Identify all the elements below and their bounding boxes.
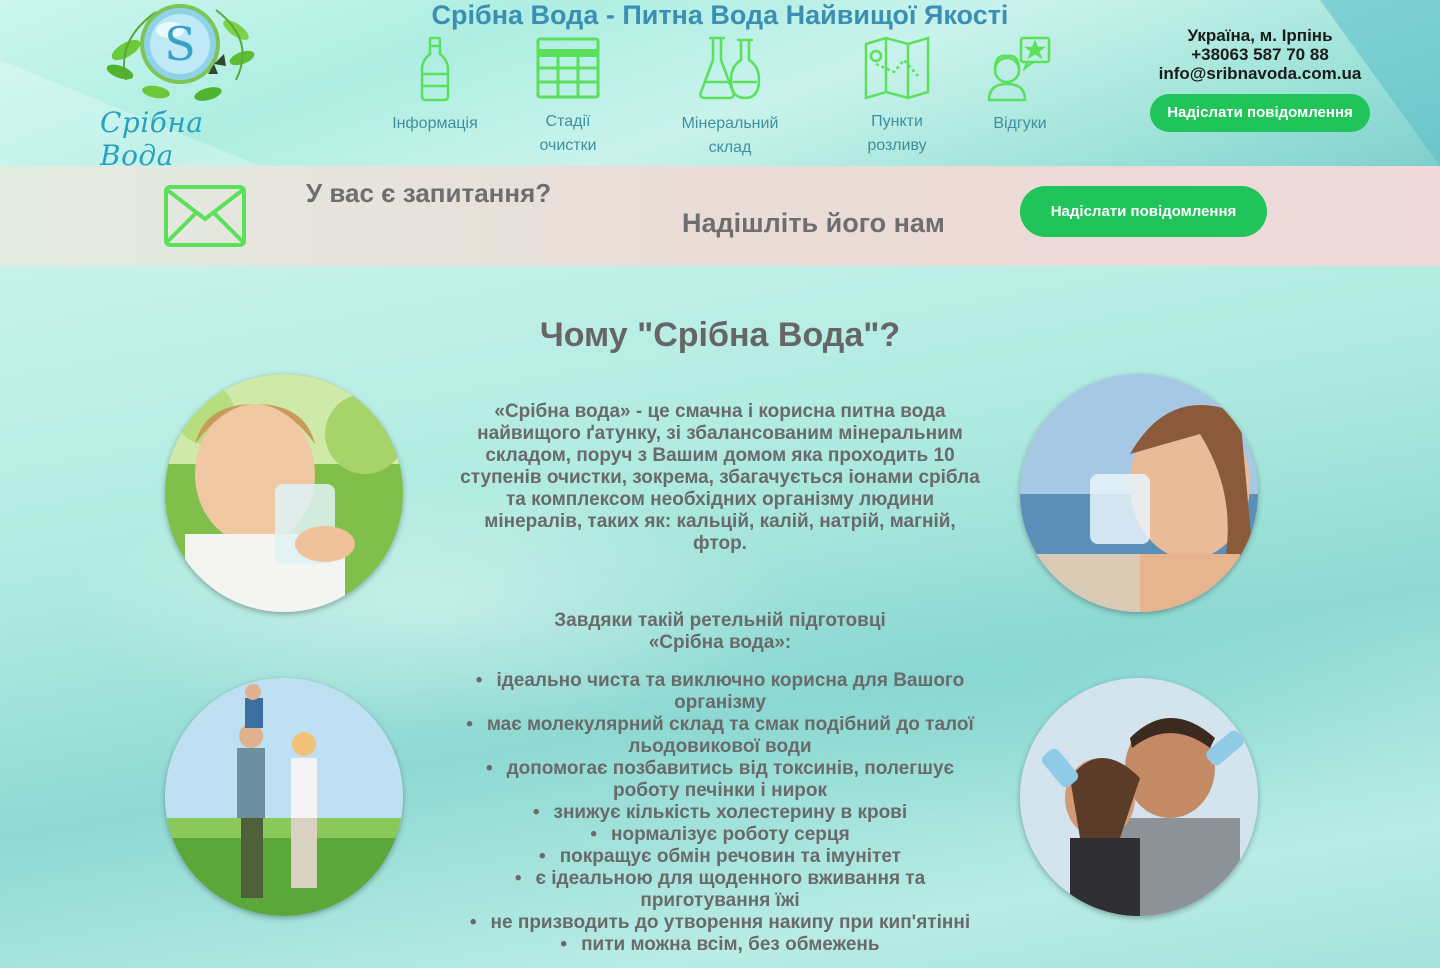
flask-icon xyxy=(699,36,761,100)
nav-label: Стадії очистки xyxy=(539,113,597,154)
contact-info: Україна, м. Ірпінь +38063 587 70 88 info… xyxy=(1130,26,1390,83)
list-item: має молекулярний склад та смак подібний … xyxy=(445,714,995,758)
list-item: нормалізує роботу серця xyxy=(445,824,995,846)
list-item: не призводить до утворення накипу при ки… xyxy=(445,912,995,934)
list-item: ідеально чиста та виключно корисна для В… xyxy=(445,670,995,714)
nav-label: Інформація xyxy=(392,115,478,132)
logo-text: Срібна Вода xyxy=(100,106,204,166)
contact-email[interactable]: info@sribnavoda.com.ua xyxy=(1130,64,1390,83)
logo-emblem-icon: S xyxy=(106,4,255,101)
bottle-icon xyxy=(420,36,450,102)
photo-woman-drinking xyxy=(1020,374,1258,612)
band-question-text: У вас є запитання? xyxy=(306,178,552,208)
svg-text:S: S xyxy=(164,17,196,71)
contact-address: Україна, м. Ірпінь xyxy=(1187,26,1333,45)
grid-icon xyxy=(536,37,600,99)
benefits-list: ідеально чиста та виключно корисна для В… xyxy=(445,670,995,956)
site-title: Срібна Вода - Питна Вода Найвищої Якості xyxy=(431,0,1009,30)
benefits-heading-line: Завдяки такій ретельній підготовці xyxy=(554,610,886,631)
nav-item-reviews[interactable]: Відгуки xyxy=(955,36,1085,136)
benefits-heading-line: «Срібна вода»: xyxy=(648,632,792,653)
nav-label: Відгуки xyxy=(993,115,1047,132)
contact-phone[interactable]: +38063 587 70 88 xyxy=(1130,45,1390,64)
header-send-message-button[interactable]: Надіслати повідомлення xyxy=(1150,94,1370,132)
section-title: Чому "Срібна Вода"? xyxy=(539,316,901,354)
nav-item-info[interactable]: Інформація xyxy=(370,36,500,136)
nav-item-stages[interactable]: Стадії очистки xyxy=(503,36,633,158)
nav-item-minerals[interactable]: Мінеральний склад xyxy=(665,36,795,160)
photo-family-field xyxy=(165,678,403,916)
list-item: є ідеальною для щоденного вживання та пр… xyxy=(445,868,995,912)
nav-label: Мінеральний склад xyxy=(681,115,779,156)
photo-boy-drinking xyxy=(165,374,403,612)
list-item: знижує кількість холестерину в крові xyxy=(445,802,995,824)
review-icon xyxy=(987,36,1051,102)
benefits-heading: Завдяки такій ретельній підготовці «Сріб… xyxy=(455,610,985,654)
list-item: допомогає позбавитись від токсинів, поле… xyxy=(445,758,995,802)
intro-paragraph: «Срібна вода» - це смачна і корисна питн… xyxy=(460,401,980,554)
header-decor-facet xyxy=(1320,0,1440,166)
site-header: S Срібна Вода Срібна Вода - Питна Вода Н… xyxy=(0,0,1440,166)
map-icon xyxy=(864,36,930,100)
band-send-text: Надішліть його нам xyxy=(682,208,945,238)
nav-label: Пункти розливу xyxy=(867,113,927,154)
question-band: У вас є запитання? Надішліть його нам На… xyxy=(0,166,1440,266)
nav-item-points[interactable]: Пункти розливу xyxy=(832,36,962,158)
band-send-message-button[interactable]: Надіслати повідомлення xyxy=(1020,186,1267,237)
envelope-icon xyxy=(164,185,246,247)
list-item: покращує обмін речовин та імунітет xyxy=(445,846,995,868)
list-item: пити можна всім, без обмежень xyxy=(445,934,995,956)
photo-couple-drinking xyxy=(1020,678,1258,916)
